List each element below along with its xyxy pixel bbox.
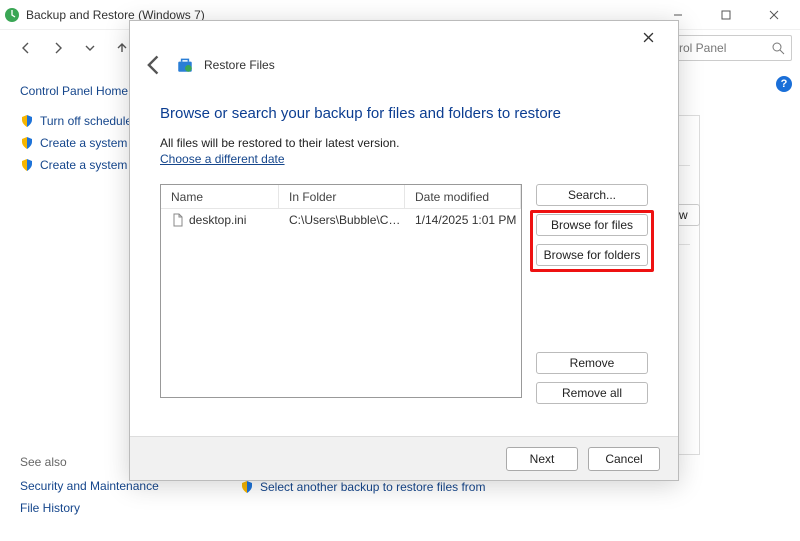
file-area: Name In Folder Date modified desktop.ini…: [160, 184, 648, 404]
file-name: desktop.ini: [189, 213, 246, 227]
file-row[interactable]: desktop.ini C:\Users\Bubble\Cont... 1/14…: [161, 209, 521, 231]
shield-icon: [20, 136, 34, 150]
remove-all-button[interactable]: Remove all: [536, 382, 648, 404]
restore-files-dialog: Restore Files Browse or search your back…: [129, 20, 679, 481]
column-date-modified[interactable]: Date modified: [405, 185, 521, 208]
search-button[interactable]: Search...: [536, 184, 648, 206]
dialog-header: Restore Files: [130, 53, 678, 83]
see-also-file-history[interactable]: File History: [20, 501, 159, 515]
file-row-folder: C:\Users\Bubble\Cont...: [279, 213, 405, 227]
action-buttons-column: Search... Browse for files Browse for fo…: [536, 184, 648, 404]
close-button[interactable]: [752, 1, 796, 29]
search-placeholder: ntrol Panel: [669, 41, 771, 55]
file-icon: [171, 213, 185, 227]
sidebar-item-label: Turn off schedule: [40, 114, 132, 128]
browse-for-files-button[interactable]: Browse for files: [536, 214, 648, 236]
column-name[interactable]: Name: [161, 185, 279, 208]
file-list[interactable]: Name In Folder Date modified desktop.ini…: [160, 184, 522, 398]
search-control-panel[interactable]: ntrol Panel: [662, 35, 792, 61]
dialog-titlebar: [130, 21, 678, 53]
choose-different-date-link[interactable]: Choose a different date: [160, 152, 285, 166]
shield-icon: [240, 480, 254, 494]
nav-forward-button[interactable]: [46, 36, 70, 60]
column-in-folder[interactable]: In Folder: [279, 185, 405, 208]
file-list-header: Name In Folder Date modified: [161, 185, 521, 209]
dialog-subtext: All files will be restored to their late…: [160, 136, 648, 150]
maximize-button[interactable]: [704, 1, 748, 29]
select-another-backup-label: Select another backup to restore files f…: [260, 480, 485, 494]
shield-icon: [20, 158, 34, 172]
file-row-date: 1/14/2025 1:01 PM: [405, 213, 521, 227]
see-also-security-maintenance[interactable]: Security and Maintenance: [20, 479, 159, 493]
dialog-title: Restore Files: [204, 58, 275, 72]
nav-history-dropdown[interactable]: [78, 36, 102, 60]
restore-files-icon: [176, 56, 194, 74]
remove-button[interactable]: Remove: [536, 352, 648, 374]
dialog-body: Browse or search your backup for files a…: [130, 83, 678, 404]
nav-back-button[interactable]: [14, 36, 38, 60]
dialog-close-button[interactable]: [626, 23, 670, 51]
dialog-headline: Browse or search your backup for files a…: [160, 105, 648, 122]
cancel-button[interactable]: Cancel: [588, 447, 660, 471]
next-button[interactable]: Next: [506, 447, 578, 471]
browse-for-folders-button[interactable]: Browse for folders: [536, 244, 648, 266]
search-icon: [771, 41, 785, 55]
backup-restore-icon: [4, 7, 20, 23]
dialog-footer: Next Cancel: [130, 436, 678, 480]
file-row-name: desktop.ini: [161, 213, 279, 227]
dialog-back-button[interactable]: [142, 53, 166, 77]
select-another-backup-link[interactable]: Select another backup to restore files f…: [240, 480, 485, 494]
shield-icon: [20, 114, 34, 128]
help-icon[interactable]: ?: [776, 76, 792, 92]
